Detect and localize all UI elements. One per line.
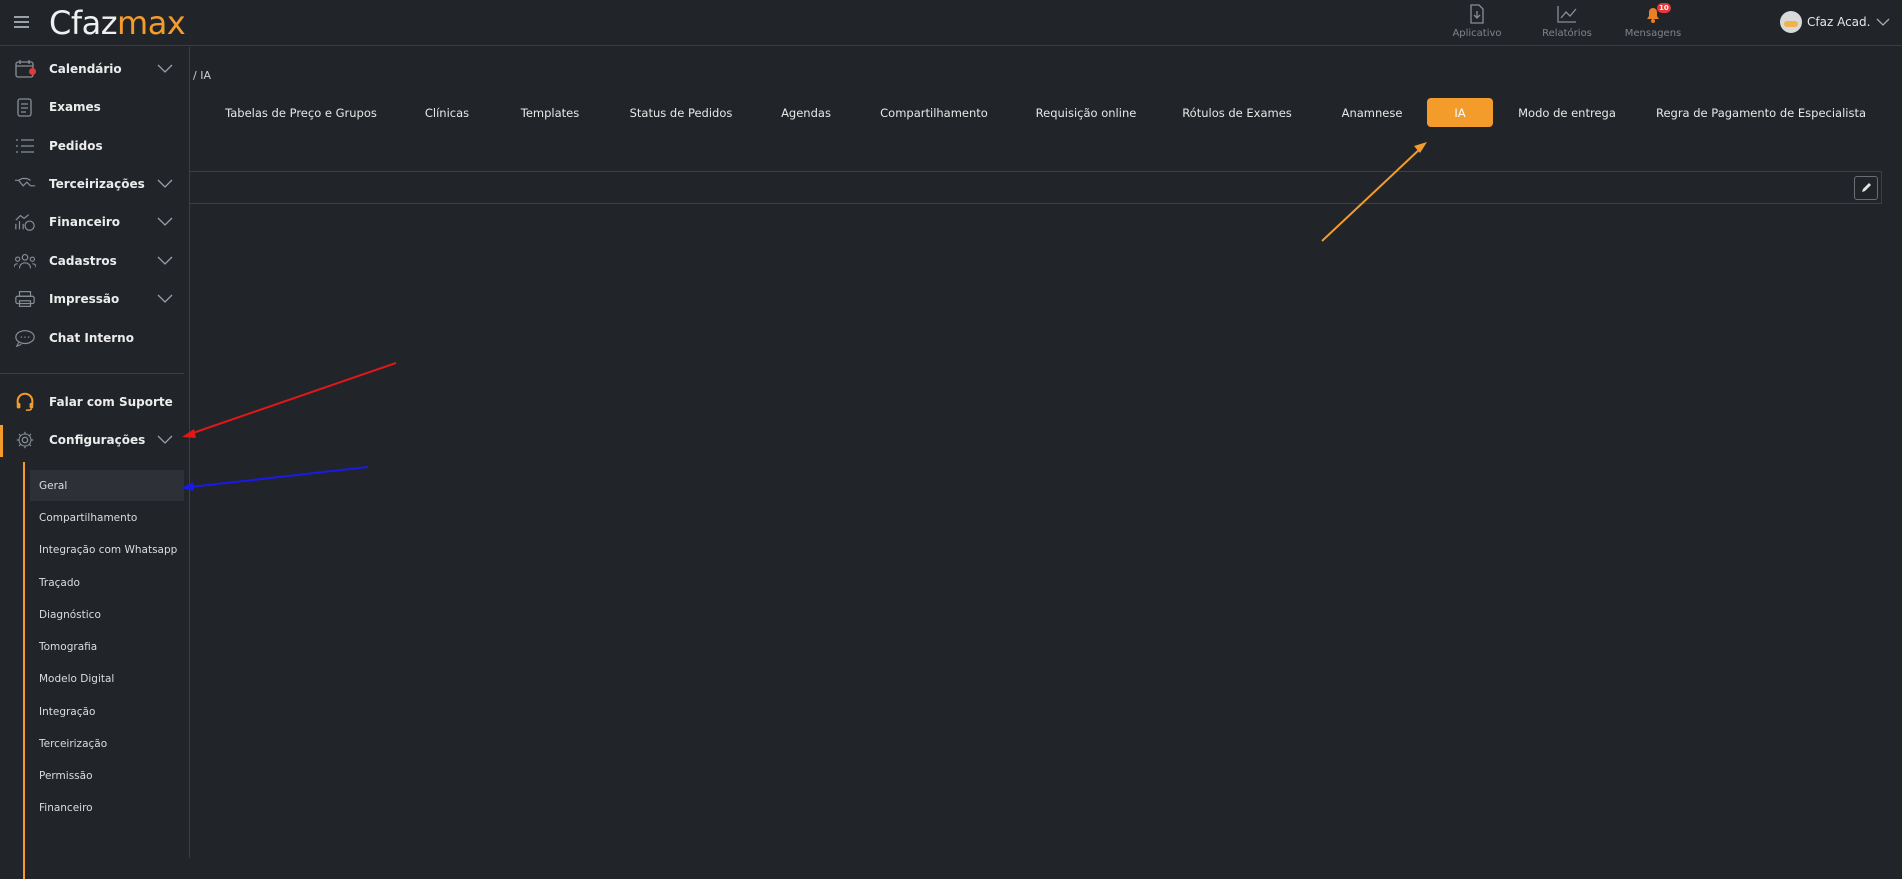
- tab-requisicao-online[interactable]: Requisição online: [1030, 98, 1142, 127]
- printer-icon: [15, 291, 35, 307]
- notification-badge: 10: [1657, 3, 1671, 13]
- submenu-item-financeiro[interactable]: Financeiro: [30, 792, 184, 823]
- chevron-down-icon: [1876, 18, 1890, 26]
- sidebar-item-label: Exames: [49, 100, 101, 114]
- topnav-label: Mensagens: [1624, 28, 1682, 39]
- tab-rotulos-exames[interactable]: Rótulos de Exames: [1176, 98, 1298, 127]
- tab-ia[interactable]: IA: [1427, 98, 1493, 127]
- user-name: Cfaz Acad.: [1807, 15, 1871, 29]
- top-bar: Cfazmax Aplicativo Relatórios 10 Mensage…: [0, 0, 1902, 46]
- submenu-item-permissao[interactable]: Permissão: [30, 760, 184, 791]
- sidebar-item-label: Pedidos: [49, 139, 103, 153]
- sidebar-item-financeiro[interactable]: Financeiro: [0, 207, 184, 237]
- topnav-label: Relatórios: [1542, 28, 1592, 39]
- topnav-label: Aplicativo: [1452, 28, 1502, 39]
- submenu-item-terceirizacao[interactable]: Terceirização: [30, 728, 184, 759]
- chevron-down-icon: [157, 256, 173, 265]
- sidebar-item-impressao[interactable]: Impressão: [0, 284, 184, 314]
- download-file-icon: [1470, 4, 1484, 24]
- sidebar-item-cadastros[interactable]: Cadastros: [0, 246, 184, 276]
- red-arrow: [189, 362, 397, 435]
- gear-icon: [16, 431, 34, 449]
- chat-icon: [15, 330, 35, 348]
- submenu-item-geral[interactable]: Geral: [30, 470, 184, 501]
- sidebar-item-calendario[interactable]: Calendário: [0, 54, 184, 84]
- sidebar-divider: [0, 373, 184, 374]
- submenu-item-modelo-digital[interactable]: Modelo Digital: [30, 663, 184, 694]
- sidebar-item-label: Chat Interno: [49, 331, 134, 345]
- tab-anamnese[interactable]: Anamnese: [1332, 98, 1412, 127]
- tab-status-pedidos[interactable]: Status de Pedidos: [621, 98, 741, 127]
- tab-templates[interactable]: Templates: [512, 98, 588, 127]
- sidebar-item-label: Calendário: [49, 62, 122, 76]
- submenu-item-tracado[interactable]: Traçado: [30, 567, 184, 598]
- submenu-item-integracao-whatsapp[interactable]: Integração com Whatsapp: [30, 534, 184, 565]
- sidebar-item-label: Falar com Suporte: [49, 395, 173, 409]
- sidebar-item-exames[interactable]: Exames: [0, 92, 184, 122]
- sidebar-item-label: Impressão: [49, 292, 120, 306]
- sidebar: Calendário Exames Pedidos Terceirizações…: [0, 47, 190, 879]
- sidebar-item-label: Terceirizações: [49, 177, 145, 191]
- content-panel: [190, 171, 1882, 204]
- sidebar-item-chat-interno[interactable]: Chat Interno: [0, 323, 184, 353]
- tab-regra-pagamento[interactable]: Regra de Pagamento de Especialista: [1656, 98, 1866, 127]
- submenu-item-tomografia[interactable]: Tomografia: [30, 631, 184, 662]
- chevron-down-icon: [157, 217, 173, 226]
- topnav-aplicativo[interactable]: Aplicativo: [1442, 4, 1512, 39]
- submenu-item-integracao[interactable]: Integração: [30, 696, 184, 727]
- chevron-down-icon: [157, 294, 173, 303]
- sidebar-item-label: Configurações: [49, 433, 146, 447]
- chevron-down-icon: [157, 179, 173, 188]
- edit-button[interactable]: [1854, 176, 1878, 200]
- user-menu[interactable]: Cfaz Acad.: [1780, 11, 1890, 33]
- chevron-down-icon: [157, 64, 173, 73]
- topnav-mensagens[interactable]: 10 Mensagens: [1618, 3, 1688, 39]
- users-icon: [14, 253, 36, 269]
- list-icon: [16, 139, 34, 153]
- sidebar-item-configuracoes[interactable]: Configurações: [0, 425, 184, 455]
- tab-tabelas-preco[interactable]: Tabelas de Preço e Grupos: [219, 98, 383, 127]
- handshake-icon: [14, 177, 36, 187]
- chart-trend-icon: [1557, 6, 1577, 23]
- avatar: [1780, 11, 1802, 33]
- blue-arrow: [189, 466, 369, 488]
- alert-dot: [29, 68, 36, 75]
- sidebar-item-suporte[interactable]: Falar com Suporte: [0, 387, 184, 417]
- orange-arrowhead: [1414, 142, 1427, 153]
- tab-agendas[interactable]: Agendas: [774, 98, 838, 127]
- submenu-item-diagnostico[interactable]: Diagnóstico: [30, 599, 184, 630]
- submenu-item-compartilhamento[interactable]: Compartilhamento: [30, 502, 184, 533]
- sidebar-item-terceirizacoes[interactable]: Terceirizações: [0, 169, 184, 199]
- tab-clinicas[interactable]: Clínicas: [412, 98, 482, 127]
- sidebar-item-label: Cadastros: [49, 254, 117, 268]
- sidebar-item-pedidos[interactable]: Pedidos: [0, 131, 184, 161]
- app-logo[interactable]: Cfazmax: [49, 4, 186, 42]
- topnav-relatorios[interactable]: Relatórios: [1532, 4, 1602, 39]
- finance-chart-icon: [15, 214, 35, 231]
- tab-modo-entrega[interactable]: Modo de entrega: [1515, 98, 1619, 127]
- tab-compartilhamento[interactable]: Compartilhamento: [873, 98, 995, 127]
- chevron-down-icon: [157, 435, 173, 444]
- clipboard-icon: [17, 98, 32, 117]
- annotation-arrows: [181, 142, 1427, 491]
- breadcrumb: / IA: [193, 69, 211, 82]
- menu-icon[interactable]: [14, 16, 29, 28]
- pencil-icon: [1862, 183, 1871, 192]
- headset-icon: [16, 392, 34, 411]
- submenu-indicator-line: [23, 462, 25, 879]
- sidebar-item-label: Financeiro: [49, 215, 121, 229]
